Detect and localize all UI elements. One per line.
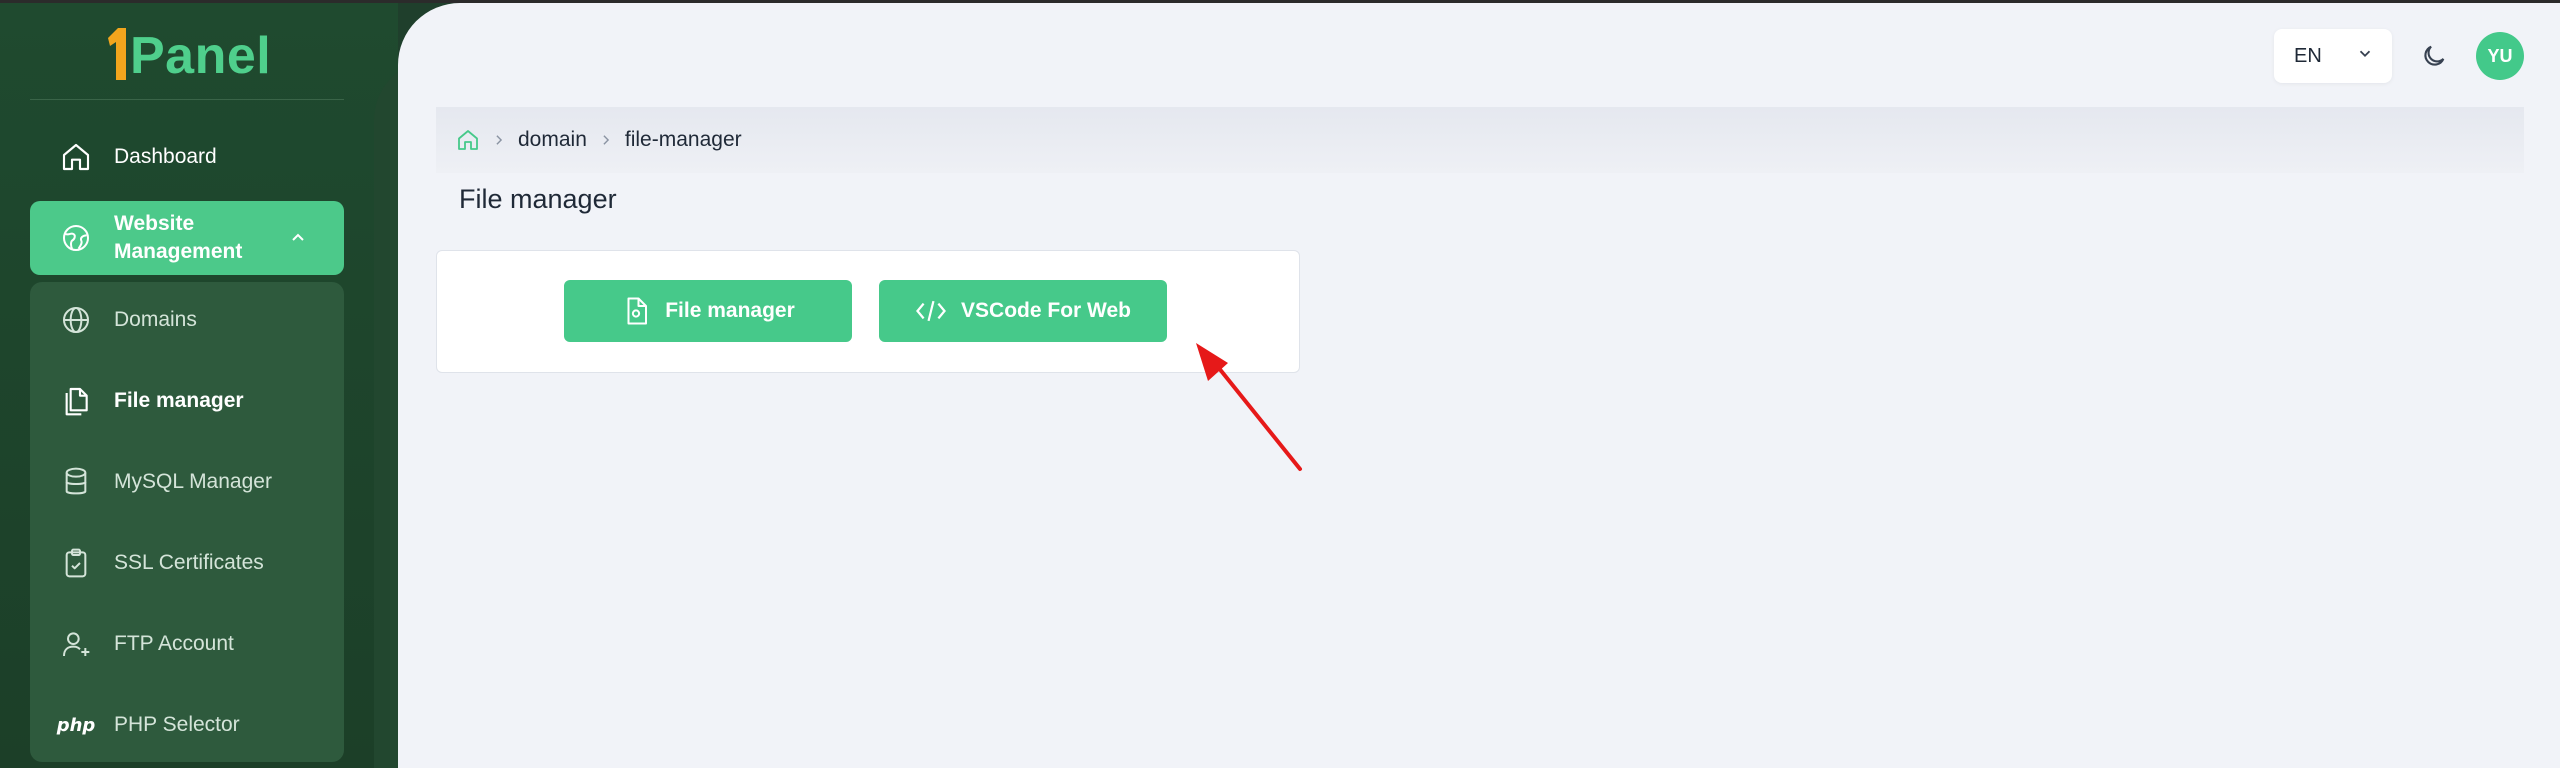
sidebar-item-dashboard[interactable]: Dashboard: [30, 126, 344, 188]
sidebar-item-label: PHP Selector: [114, 713, 240, 736]
chevron-up-icon[interactable]: [288, 227, 308, 253]
globe-icon: [58, 302, 94, 338]
sidebar-item-label: Dashboard: [114, 145, 217, 168]
sidebar-item-label: File manager: [114, 389, 244, 412]
logo-text: Panel: [130, 27, 272, 85]
sidebar-item-ssl-certificates[interactable]: SSL Certificates: [30, 533, 344, 593]
tools-card: File manager VSCode For Web: [436, 250, 1300, 373]
language-value: EN: [2294, 44, 2322, 67]
sidebar-item-domains[interactable]: Domains: [30, 290, 344, 350]
sidebar-item-label: FTP Account: [114, 632, 234, 655]
user-add-icon: [58, 626, 94, 662]
website-management-submenu: Domains File manager MySQL Manager SSL C…: [30, 282, 344, 762]
main-content: EN YU domain file-manager File manager F…: [398, 3, 2560, 768]
sidebar-divider: [30, 99, 344, 100]
chevron-right-icon: [492, 133, 506, 147]
page-title: File manager: [459, 184, 617, 214]
file-manager-button[interactable]: File manager: [564, 280, 852, 342]
chevron-right-icon: [599, 133, 613, 147]
language-select[interactable]: EN: [2274, 29, 2392, 83]
sidebar: Panel Dashboard Website Management Domai…: [0, 0, 398, 768]
chevron-down-icon: [2356, 44, 2374, 68]
sidebar-item-label: Domains: [114, 308, 197, 331]
logo[interactable]: Panel: [106, 18, 271, 82]
php-icon: php: [56, 714, 96, 736]
sidebar-item-label: MySQL Manager: [114, 470, 272, 493]
annotation-arrow-icon: [1196, 343, 1302, 471]
file-settings-icon: [621, 296, 651, 326]
vscode-button-label: VSCode For Web: [961, 299, 1131, 322]
vscode-for-web-button[interactable]: VSCode For Web: [879, 280, 1167, 342]
sidebar-item-ftp-account[interactable]: FTP Account: [30, 614, 344, 674]
breadcrumb: domain file-manager: [436, 107, 2524, 173]
globe-icon: [58, 220, 94, 256]
files-icon: [58, 383, 94, 419]
database-icon: [58, 464, 94, 500]
header-toolbar: EN YU: [2274, 29, 2524, 83]
breadcrumb-item-file-manager: file-manager: [624, 128, 742, 151]
window-top-border: [0, 0, 2560, 3]
sidebar-item-label: Website Management: [114, 212, 243, 263]
home-icon[interactable]: [456, 128, 480, 152]
sidebar-item-website-management[interactable]: Website Management: [30, 201, 344, 275]
file-manager-button-label: File manager: [665, 299, 795, 322]
sidebar-item-label: SSL Certificates: [114, 551, 264, 574]
moon-icon[interactable]: [2414, 36, 2454, 76]
breadcrumb-item-domain[interactable]: domain: [518, 128, 587, 152]
sidebar-item-mysql-manager[interactable]: MySQL Manager: [30, 452, 344, 512]
sidebar-item-php-selector[interactable]: php PHP Selector: [30, 695, 344, 755]
clipboard-check-icon: [58, 545, 94, 581]
avatar[interactable]: YU: [2476, 32, 2524, 80]
sidebar-item-file-manager[interactable]: File manager: [30, 371, 344, 431]
code-icon: [915, 297, 947, 325]
home-icon: [58, 139, 94, 175]
logo-mark-icon: [106, 26, 128, 82]
